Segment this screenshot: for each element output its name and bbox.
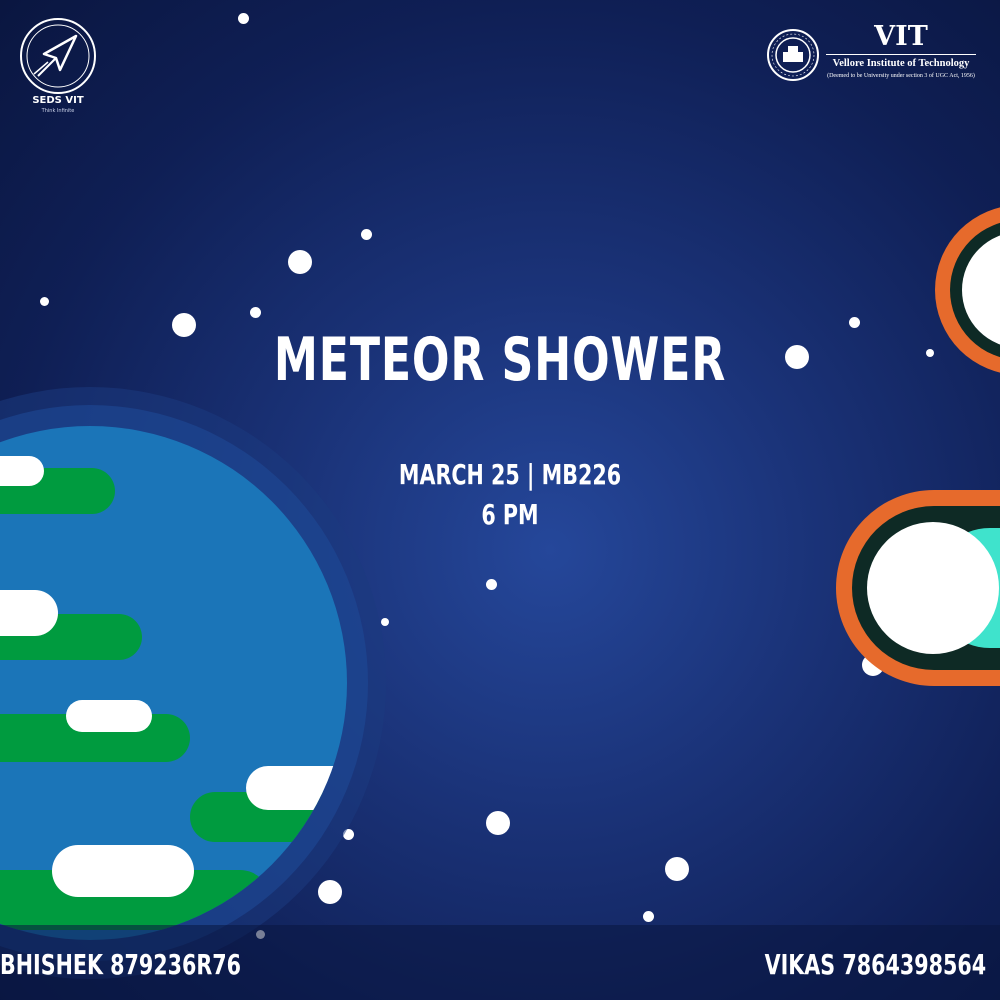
- seds-logo-tagline: Think Infinite: [41, 108, 75, 114]
- seds-logo-name: SEDS VIT: [32, 95, 84, 106]
- event-poster: SEDS VIT Think Infinite VIT Vellore Inst…: [0, 0, 1000, 1000]
- vit-divider: [826, 54, 976, 55]
- vit-full-name: Vellore Institute of Technology: [832, 58, 970, 69]
- contact-right: VIKAS 7864398564: [764, 948, 986, 981]
- vit-subtitle: (Deemed to be University under section 3…: [827, 73, 975, 79]
- vit-seal-icon: [767, 29, 819, 81]
- event-time: 6 PM: [481, 498, 539, 531]
- meteor-top: [935, 207, 1000, 373]
- event-details: MARCH 25 | MB226 6 PM: [92, 455, 928, 535]
- vit-short-name: VIT: [874, 21, 928, 52]
- event-date-venue: MARCH 25 | MB226: [398, 458, 622, 491]
- seds-rocket-logo-icon: [20, 18, 96, 94]
- contact-left: ABHISHEK 879236R76: [0, 948, 242, 981]
- event-title: METEOR SHOWER: [273, 325, 727, 395]
